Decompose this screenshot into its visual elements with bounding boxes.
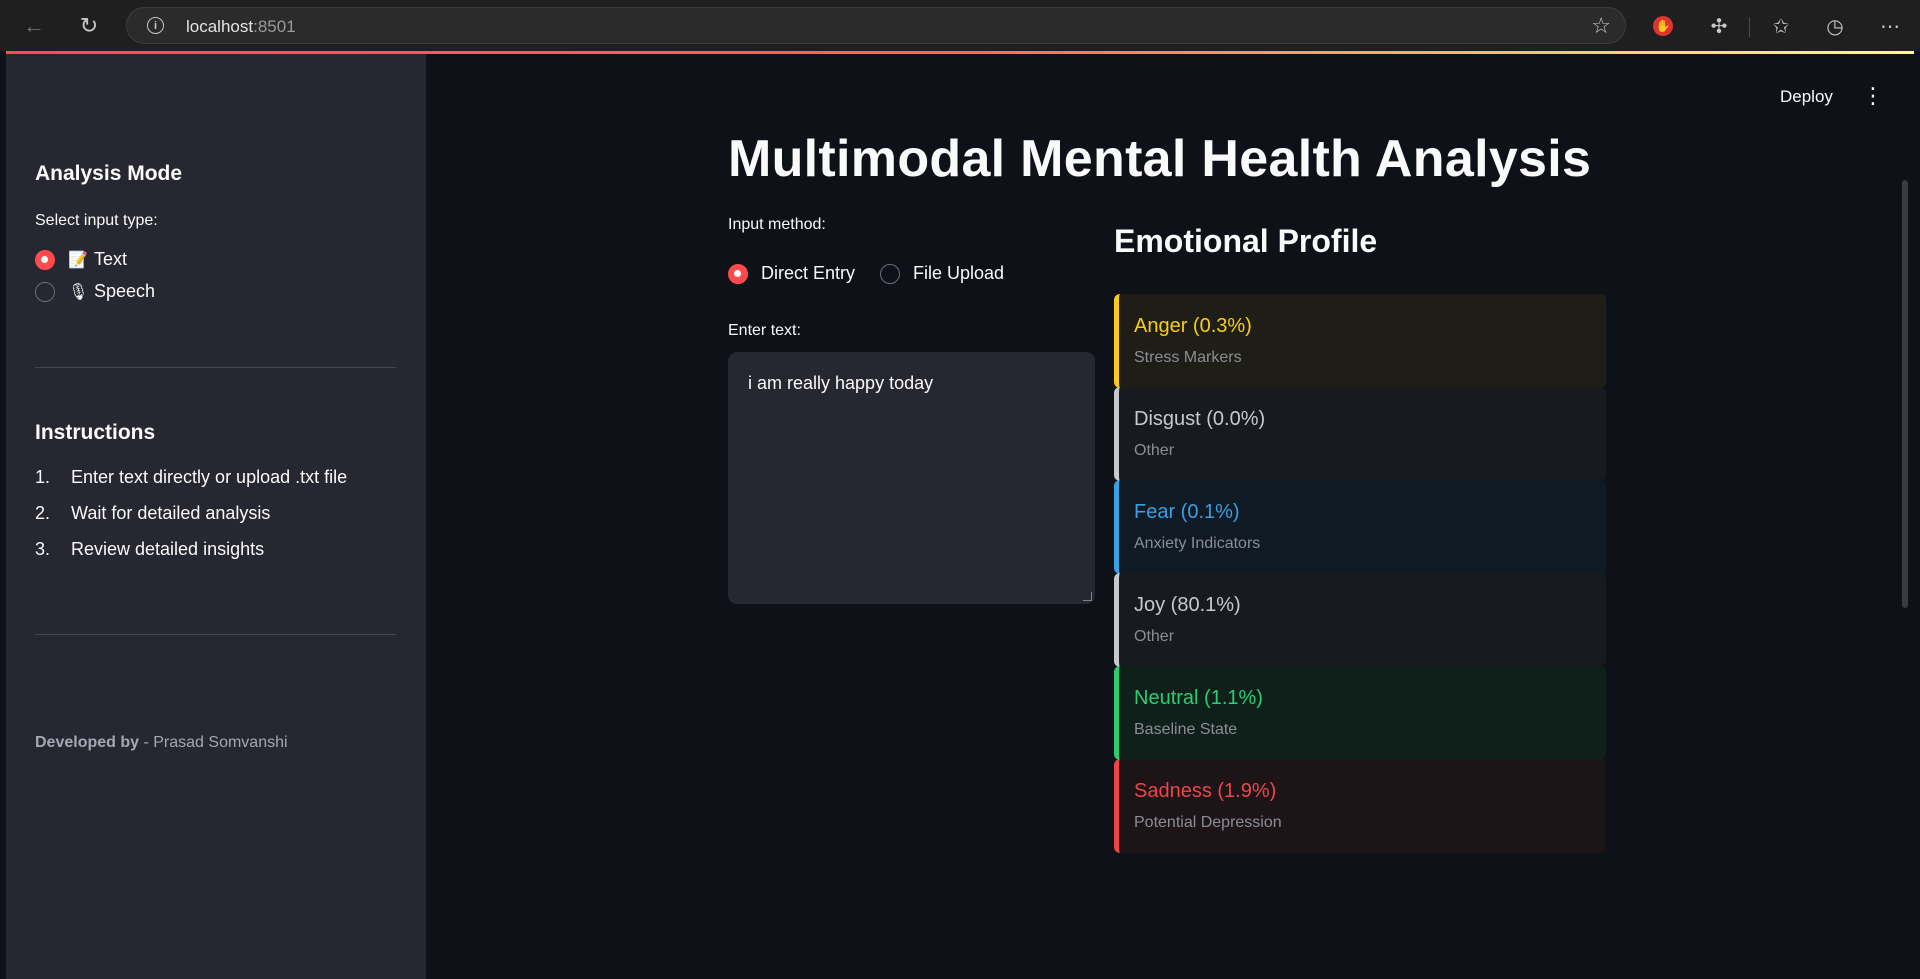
instruction-text: Enter text directly or upload .txt file [71,466,348,487]
extension-block-icon[interactable]: ✋ [1647,10,1679,42]
app-menu-icon[interactable]: ⋮ [1862,85,1884,107]
url-host: localhost [186,17,254,36]
select-input-type-label: Select input type: [35,212,158,229]
emotion-card: Fear (0.1%) Anxiety Indicators [1114,480,1606,574]
history-icon[interactable]: ◷ [1819,10,1851,42]
radio-checked-icon[interactable] [35,249,55,270]
microphone-icon: 🎙 [68,283,89,301]
file-upload-label: File Upload [913,263,1005,283]
file-upload-option[interactable]: File Upload [880,263,1004,284]
emotion-subtitle: Other [1134,628,1175,645]
back-icon[interactable]: ← [18,10,50,42]
direct-entry-label: Direct Entry [761,263,856,283]
instruction-item: 2. Wait for detailed analysis [35,495,347,531]
emotion-card: Sadness (1.9%) Potential Depression [1114,759,1606,853]
input-type-speech-option[interactable]: 🎙 Speech [35,281,155,302]
developer-name: - Prasad Somvanshi [139,734,288,751]
resize-handle-icon[interactable] [1083,592,1092,601]
radio-unchecked-icon[interactable] [35,281,55,302]
instructions-heading: Instructions [35,421,156,444]
main-content: Deploy ⋮ Multimodal Mental Health Analys… [426,54,1914,979]
developed-by-label: Developed by [35,734,140,751]
instruction-number: 1. [35,466,51,487]
instruction-item: 1. Enter text directly or upload .txt fil… [35,459,347,495]
emotion-title: Sadness (1.9%) [1134,780,1277,802]
radio-unchecked-icon[interactable] [880,263,900,284]
sidebar-divider [35,634,396,635]
memo-icon: 📝 [68,251,88,269]
emotion-card: Joy (80.1%) Other [1114,573,1606,667]
toolbar-divider [1749,17,1750,37]
enter-text-label: Enter text: [728,322,801,339]
option-label-text: Text [94,249,128,269]
emotion-subtitle: Stress Markers [1134,349,1242,366]
site-info-icon[interactable]: i [147,17,164,34]
developer-credit: Developed by - Prasad Somvanshi [35,734,288,752]
radio-checked-icon[interactable] [728,263,748,284]
option-label-speech: Speech [94,281,156,301]
deploy-button[interactable]: Deploy [1780,87,1833,107]
emotional-profile-heading: Emotional Profile [1114,223,1378,259]
input-type-text-option[interactable]: 📝 Text [35,249,127,270]
text-input-value: i am really happy today [748,373,934,393]
instruction-item: 3. Review detailed insights [35,531,347,567]
instruction-number: 2. [35,502,51,523]
text-input-area[interactable]: i am really happy today [728,352,1095,604]
instruction-text: Wait for detailed analysis [71,502,271,523]
sidebar: Analysis Mode Select input type: 📝 Text … [6,54,426,979]
input-method-label: Input method: [728,216,826,233]
main-scrollbar[interactable] [1902,180,1908,608]
analysis-mode-heading: Analysis Mode [35,162,183,185]
emotion-subtitle: Other [1134,442,1175,459]
emotion-card: Neutral (1.1%) Baseline State [1114,666,1606,760]
browser-toolbar: ← ↻ i localhost:8501 ☆ ✋ ✣ ✩ ◷ ⋯ [0,0,1920,51]
emotion-title: Anger (0.3%) [1134,315,1252,337]
address-bar[interactable]: i localhost:8501 ☆ [126,7,1626,44]
emotion-title: Neutral (1.1%) [1134,687,1263,709]
emotion-title: Disgust (0.0%) [1134,408,1266,430]
emotion-subtitle: Anxiety Indicators [1134,535,1261,552]
emotion-card: Disgust (0.0%) Other [1114,387,1606,481]
emotion-title: Joy (80.1%) [1134,594,1241,616]
emotion-subtitle: Potential Depression [1134,814,1282,831]
favorites-icon[interactable]: ✩ [1765,10,1797,42]
url-port: :8501 [253,17,296,36]
emotion-title: Fear (0.1%) [1134,501,1240,523]
reload-icon[interactable]: ↻ [73,10,105,42]
instruction-text: Review detailed insights [71,538,265,559]
favorite-star-icon[interactable]: ☆ [1591,13,1611,39]
extensions-puzzle-icon[interactable]: ✣ [1703,10,1735,42]
emotion-subtitle: Baseline State [1134,721,1238,738]
direct-entry-option[interactable]: Direct Entry [728,263,855,284]
more-menu-icon[interactable]: ⋯ [1874,10,1906,42]
instructions-list: 1. Enter text directly or upload .txt fil… [35,459,347,567]
emotion-card: Anger (0.3%) Stress Markers [1114,294,1606,388]
url-text[interactable]: localhost:8501 [186,17,296,37]
page-title: Multimodal Mental Health Analysis [728,130,1592,188]
sidebar-divider [35,367,396,368]
instruction-number: 3. [35,538,51,559]
